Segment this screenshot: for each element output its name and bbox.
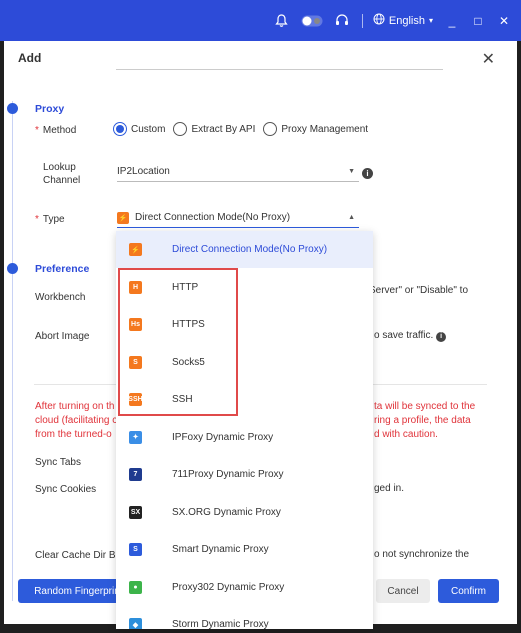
proxy-type-option-label: Direct Connection Mode(No Proxy) [172, 244, 328, 255]
titlebar-divider [361, 13, 363, 28]
radio-selected-icon [113, 122, 127, 136]
cancel-button[interactable]: Cancel [376, 579, 430, 603]
sync-warning-line-3-start: from the turned-o [35, 429, 112, 440]
proxy-type-option[interactable]: H HTTP [116, 269, 373, 306]
proxy-type-option[interactable]: ⚡ Direct Connection Mode(No Proxy) [116, 231, 373, 268]
method-option-extract-api[interactable]: Extract By API [173, 122, 255, 136]
proxy-type-option-label: HTTPS [172, 319, 205, 330]
chevron-down-icon: ▼ [348, 168, 355, 175]
ssh-icon: SSH [128, 393, 143, 406]
sync-warning-line-3-end: d with caution. [374, 429, 438, 440]
headset-icon[interactable] [332, 11, 352, 31]
close-icon[interactable]: ✕ [482, 49, 495, 69]
chevron-up-icon: ▲ [348, 214, 355, 221]
lookup-channel-select[interactable]: IP2Location ▼ [117, 162, 359, 182]
sync-warning-line-1-end: ta will be synced to the [374, 401, 476, 412]
proxy-type-option[interactable]: 7 711Proxy Dynamic Proxy [116, 456, 373, 493]
name-input-underline [116, 69, 443, 70]
proxy-type-option[interactable]: Hs HTTPS [116, 306, 373, 343]
proxy-type-option[interactable]: ◆ Storm Dynamic Proxy [116, 606, 373, 629]
preference-step-dot [7, 263, 18, 274]
proxy-type-option[interactable]: S Socks5 [116, 344, 373, 381]
workbench-label: Workbench [35, 292, 86, 303]
ipfoxy-icon: ✦ [129, 430, 142, 444]
proxy-type-option-label: 711Proxy Dynamic Proxy [172, 469, 284, 480]
https-icon: Hs [129, 318, 142, 331]
proxy-type-option[interactable]: ✦ IPFoxy Dynamic Proxy [116, 419, 373, 456]
bell-icon[interactable] [272, 11, 292, 31]
proxy-type-option-label: HTTP [172, 281, 199, 293]
type-select[interactable]: ⚡ Direct Connection Mode(No Proxy) ▲ [117, 208, 359, 228]
proxy-type-dropdown: ⚡ Direct Connection Mode(No Proxy) H HTTP Hs… [116, 231, 373, 629]
sync-warning-line-2-start: cloud (facilitating c [35, 415, 118, 426]
title-bar: English ▾ _ □ ✕ [0, 0, 521, 41]
clear-cache-description: o not synchronize the [374, 549, 470, 560]
language-selector[interactable]: English ▾ [373, 13, 433, 28]
proxy-type-option[interactable]: S Smart Dynamic Proxy [116, 531, 373, 568]
proxy-type-option-label: Storm Dynamic Proxy [172, 619, 269, 629]
method-radio-group: Custom Extract By API Proxy Management [113, 122, 376, 136]
close-window-icon[interactable]: ✕ [497, 14, 511, 28]
proxy-type-option-label: SX.ORG Dynamic Proxy [172, 506, 281, 518]
info-icon[interactable]: i [436, 331, 447, 342]
radio-icon [263, 122, 278, 136]
maximize-icon[interactable]: □ [471, 14, 485, 28]
workbench-description: Server" or "Disable" to [369, 285, 469, 296]
sync-warning-line-1-start: After turning on th [35, 401, 115, 412]
proxy-type-option-label: SSH [172, 394, 193, 405]
dialog-title: Add [18, 51, 42, 65]
method-option-custom[interactable]: Custom [113, 122, 165, 136]
proxy-type-option-label: IPFoxy Dynamic Proxy [172, 431, 274, 443]
proxy-type-option[interactable]: ● Proxy302 Dynamic Proxy [116, 569, 373, 606]
minimize-icon[interactable]: _ [445, 14, 459, 28]
smart-icon: S [129, 543, 142, 556]
711proxy-icon: 7 [129, 468, 142, 481]
proxy-type-option-label: Smart Dynamic Proxy [172, 544, 269, 555]
preference-section-title: Preference [35, 263, 90, 275]
abort-image-description: o save traffic. i [374, 330, 447, 342]
storm-icon: ◆ [129, 618, 142, 629]
sxorg-icon: SX [129, 505, 142, 519]
direct-connection-icon: ⚡ [117, 211, 129, 224]
sync-tabs-label: Sync Tabs [35, 457, 81, 468]
proxy-section-title: Proxy [35, 103, 65, 115]
sync-warning-line-2-end: ring a profile, the data [374, 415, 471, 426]
http-icon: H [129, 280, 142, 294]
proxy-type-option[interactable]: SX SX.ORG Dynamic Proxy [116, 494, 373, 531]
clear-cache-label: Clear Cache Dir Be [35, 550, 122, 561]
confirm-button[interactable]: Confirm [438, 579, 499, 603]
abort-image-label: Abort Image [35, 331, 90, 342]
direct-icon: ⚡ [129, 243, 142, 256]
proxy-type-option-label: Socks5 [172, 356, 205, 368]
lookup-channel-label: Lookup Channel [43, 162, 81, 186]
method-option-proxy-management[interactable]: Proxy Management [263, 122, 368, 136]
theme-toggle[interactable] [300, 11, 324, 31]
proxy-step-dot [7, 103, 18, 114]
sync-cookies-label: Sync Cookies [35, 484, 97, 495]
chevron-down-icon: ▾ [428, 16, 433, 25]
socks5-icon: S [129, 355, 142, 369]
radio-icon [173, 122, 188, 136]
proxy-type-option[interactable]: SSH SSH [116, 381, 373, 418]
proxy302-icon: ● [129, 580, 142, 594]
type-label: * Type [35, 214, 65, 225]
globe-icon [373, 13, 385, 28]
sync-cookies-description: ged in. [374, 483, 405, 494]
info-icon[interactable]: i [362, 168, 373, 179]
method-label: * Method [35, 125, 77, 136]
proxy-type-option-label: Proxy302 Dynamic Proxy [172, 581, 285, 593]
step-timeline [12, 101, 13, 601]
language-label: English [388, 14, 425, 27]
